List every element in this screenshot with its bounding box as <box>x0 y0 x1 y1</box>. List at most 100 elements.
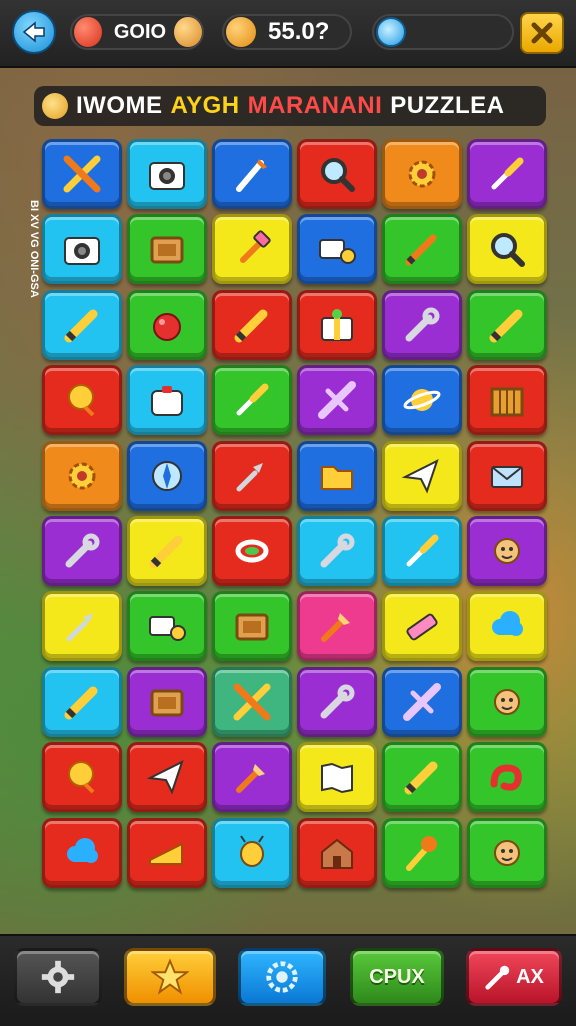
grid-tile[interactable] <box>42 591 122 662</box>
grid-tile[interactable] <box>297 440 377 511</box>
bug-icon <box>240 835 264 867</box>
grid-tile[interactable] <box>467 591 547 662</box>
back-arrow-icon <box>22 21 45 43</box>
grid-tile[interactable] <box>42 742 122 813</box>
grid-tile[interactable] <box>127 666 207 737</box>
grid-tile[interactable] <box>467 440 547 511</box>
gear-icon <box>41 960 75 994</box>
grid-tile[interactable] <box>382 742 462 813</box>
magnifier-icon <box>321 158 355 192</box>
level-title-banner: IWOME AYGH MARANANI PUZZLEA <box>34 86 546 126</box>
paper-plane-icon <box>146 760 184 795</box>
grid-tile[interactable] <box>127 214 207 285</box>
grid-tile[interactable] <box>127 742 207 813</box>
grid-tile[interactable] <box>382 666 462 737</box>
grid-tile[interactable] <box>212 817 292 888</box>
grid-tile[interactable] <box>467 516 547 586</box>
grid-tile[interactable] <box>127 365 207 436</box>
paper-plane-icon <box>401 458 439 494</box>
grid-tile[interactable] <box>42 214 122 285</box>
hint-star-button[interactable] <box>124 948 216 1006</box>
grid-tile[interactable] <box>297 214 377 285</box>
snake-icon <box>490 764 522 791</box>
grid-tile[interactable] <box>212 214 292 285</box>
screwdriver-icon <box>406 534 439 567</box>
grid-tile[interactable] <box>382 440 462 511</box>
target-gear-icon <box>266 961 298 993</box>
grid-tile[interactable] <box>127 289 207 360</box>
grid-tile[interactable] <box>127 516 207 586</box>
grid-tile[interactable] <box>297 365 377 436</box>
cpux-label: CPUX <box>369 965 425 988</box>
score-value: 55.0? <box>268 18 330 45</box>
face-icon <box>494 538 520 564</box>
grid-tile[interactable] <box>467 666 547 737</box>
screwdriver-icon <box>491 157 524 190</box>
crayon-icon <box>489 309 523 343</box>
grid-tile[interactable] <box>42 365 122 436</box>
balloon-icon <box>68 761 95 794</box>
grid-tile[interactable] <box>42 666 122 737</box>
grid-tile[interactable] <box>297 666 377 737</box>
grid-tile[interactable] <box>382 817 462 888</box>
gear-icon <box>408 160 436 188</box>
grid-tile[interactable] <box>297 139 377 209</box>
paintbrush-icon <box>236 159 267 192</box>
grid-tile[interactable] <box>382 214 462 285</box>
wrench-icon <box>320 684 355 719</box>
cloud-icon <box>492 611 523 637</box>
grid-tile[interactable] <box>382 289 462 360</box>
grid-tile[interactable] <box>297 591 377 662</box>
grid-tile[interactable] <box>212 440 292 511</box>
cpux-button[interactable]: CPUX <box>350 948 444 1006</box>
box-icon <box>150 689 184 717</box>
grid-tile[interactable] <box>382 516 462 586</box>
title-part-3: MARANANI <box>247 92 383 119</box>
crayon-icon <box>64 309 98 343</box>
grid-tile[interactable] <box>127 440 207 511</box>
grid-tile[interactable] <box>127 591 207 662</box>
grid-tile[interactable] <box>212 591 292 662</box>
grid-tile[interactable] <box>212 742 292 813</box>
grid-tile[interactable] <box>212 139 292 209</box>
grid-tile[interactable] <box>212 516 292 586</box>
grid-tile[interactable] <box>127 139 207 209</box>
grid-tile[interactable] <box>212 666 292 737</box>
grid-tile[interactable] <box>467 817 547 888</box>
grid-tile[interactable] <box>297 289 377 360</box>
pin-icon <box>236 462 263 492</box>
settings-button[interactable] <box>14 948 102 1006</box>
grid-tile[interactable] <box>467 139 547 209</box>
grid-tile[interactable] <box>212 289 292 360</box>
grid-tile[interactable] <box>212 365 292 436</box>
crossed-tools-icon <box>63 155 101 193</box>
close-button[interactable] <box>520 12 564 54</box>
grid-tile[interactable] <box>467 365 547 436</box>
grid-tile[interactable] <box>382 139 462 209</box>
crossed-tools-icon <box>233 683 271 721</box>
grid-tile[interactable] <box>467 742 547 813</box>
screwdriver-icon <box>236 383 269 416</box>
grid-tile[interactable] <box>42 440 122 511</box>
grid-tile[interactable] <box>127 817 207 888</box>
grid-tile[interactable] <box>467 289 547 360</box>
grid-tile[interactable] <box>382 591 462 662</box>
box-icon <box>235 613 269 641</box>
crayon-icon <box>234 309 268 343</box>
grid-tile[interactable] <box>382 365 462 436</box>
grid-tile[interactable] <box>297 516 377 586</box>
grid-tile[interactable] <box>467 214 547 285</box>
grid-tile[interactable] <box>297 817 377 888</box>
grid-tile[interactable] <box>42 516 122 586</box>
grid-tile[interactable] <box>42 139 122 209</box>
coin-icon <box>174 17 202 47</box>
grid-tile[interactable] <box>42 817 122 888</box>
gift-box-icon <box>321 308 353 341</box>
wrench-icon <box>65 533 100 568</box>
grid-tile[interactable] <box>42 289 122 360</box>
target-button[interactable] <box>238 948 326 1006</box>
crate-icon <box>490 387 524 417</box>
ax-button[interactable]: AX <box>466 948 562 1006</box>
back-button[interactable] <box>12 10 56 54</box>
grid-tile[interactable] <box>297 742 377 813</box>
